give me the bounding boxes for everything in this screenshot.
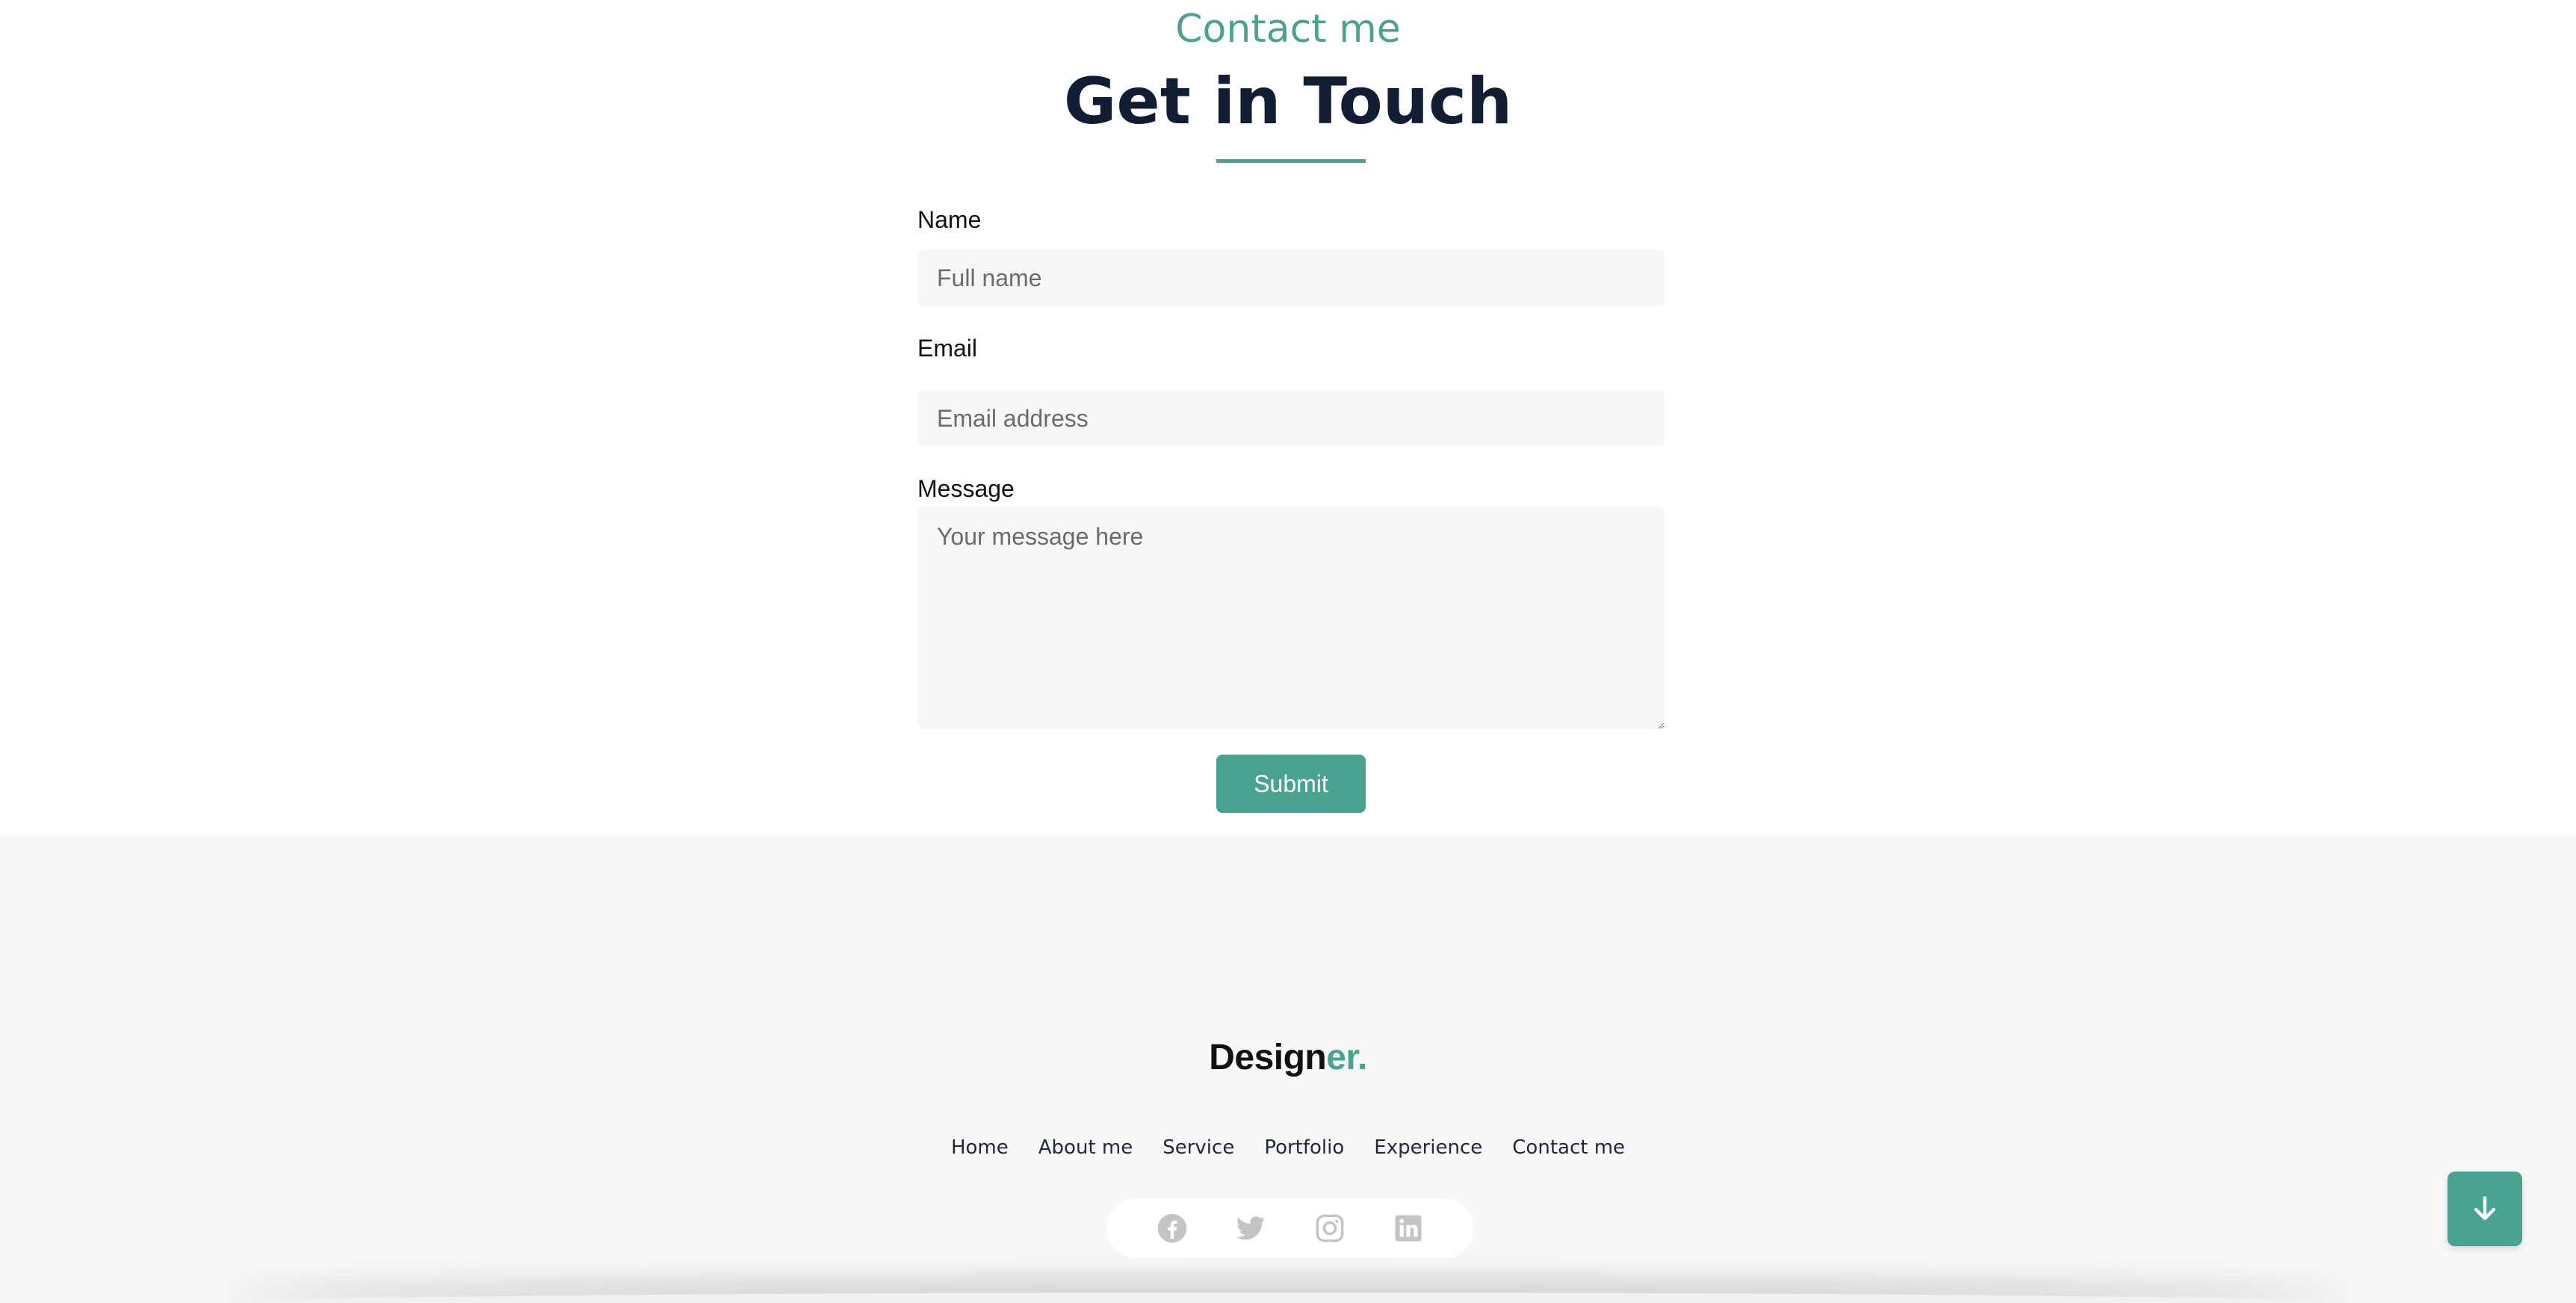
submit-button[interactable]: Submit — [1216, 755, 1366, 813]
footer-nav-portfolio[interactable]: Portfolio — [1264, 1134, 1344, 1161]
footer-nav-home[interactable]: Home — [951, 1134, 1009, 1161]
message-textarea[interactable] — [917, 507, 1665, 729]
linkedin-icon[interactable] — [1393, 1213, 1424, 1244]
footer-nav-experience[interactable]: Experience — [1374, 1134, 1482, 1161]
footer-nav: Home About me Service Portfolio Experien… — [0, 1134, 2576, 1161]
twitter-icon[interactable] — [1235, 1213, 1266, 1244]
section-eyebrow: Contact me — [1175, 7, 1401, 52]
logo-accent: er. — [1326, 1038, 1367, 1077]
heading-underline — [1216, 159, 1366, 163]
arrow-down-icon — [2474, 1196, 2496, 1221]
footer-logo[interactable]: Designer. — [0, 1037, 2576, 1079]
logo-main: Design — [1209, 1038, 1327, 1077]
email-input[interactable] — [917, 390, 1665, 447]
footer: Designer. Home About me Service Portfoli… — [0, 835, 2576, 1303]
email-label: Email — [917, 335, 978, 362]
instagram-icon[interactable] — [1314, 1213, 1346, 1244]
facebook-icon[interactable] — [1157, 1213, 1188, 1244]
social-links — [1107, 1198, 1473, 1258]
scroll-down-button[interactable] — [2447, 1172, 2522, 1246]
contact-section: Contact me Get in Touch Name Email Messa… — [0, 0, 2576, 835]
message-label: Message — [917, 475, 1015, 502]
name-input[interactable] — [917, 250, 1665, 306]
footer-nav-service[interactable]: Service — [1162, 1134, 1234, 1161]
footer-nav-contact[interactable]: Contact me — [1512, 1134, 1625, 1161]
footer-nav-about[interactable]: About me — [1038, 1134, 1133, 1161]
page: Contact me Get in Touch Name Email Messa… — [0, 0, 2576, 1303]
name-label: Name — [917, 206, 982, 233]
section-heading: Get in Touch — [1063, 64, 1513, 139]
